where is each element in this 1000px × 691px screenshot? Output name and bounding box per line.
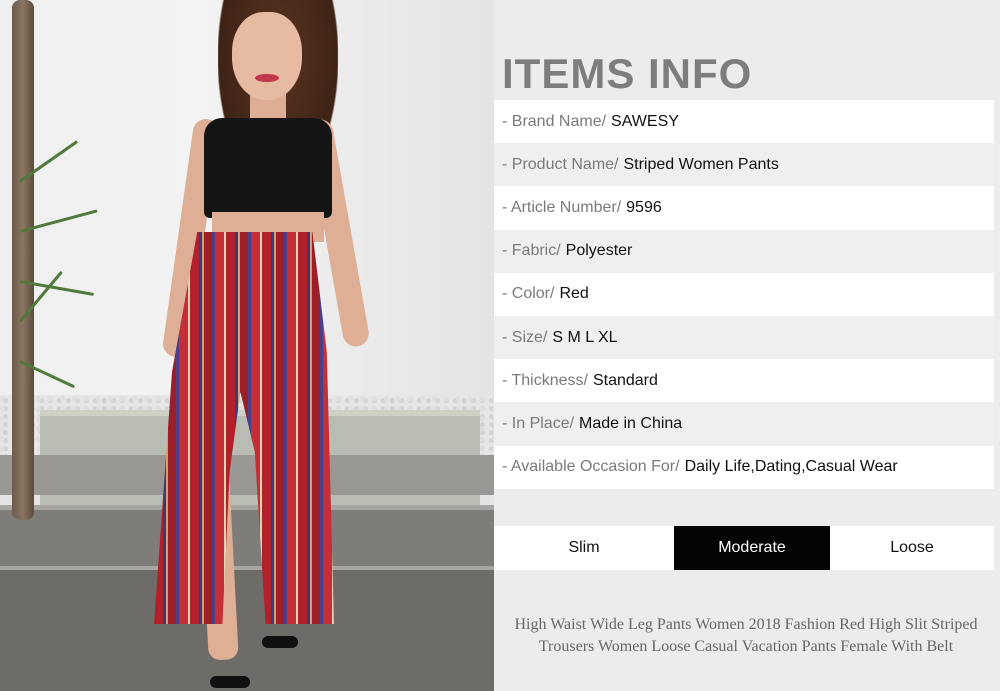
spec-row-color: - Color/ Red: [494, 272, 994, 316]
plant-trunk: [12, 0, 34, 520]
spec-value: Striped Women Pants: [623, 155, 779, 173]
spec-label: - Product Name/: [502, 155, 619, 173]
palm-plant: [0, 0, 98, 540]
items-info-title: ITEMS INFO: [502, 50, 753, 97]
spec-value: Daily Life,Dating,Casual Wear: [684, 458, 898, 476]
spec-row-size: - Size/ S M L XL: [494, 315, 994, 360]
sandal: [262, 636, 298, 648]
spec-row-product-name: - Product Name/ Striped Women Pants: [494, 143, 994, 187]
spec-row-in-place: - In Place/ Made in China: [494, 402, 994, 446]
spec-value: SAWESY: [611, 112, 679, 130]
spec-value: Made in China: [579, 414, 683, 432]
fit-option-slim[interactable]: Slim: [494, 526, 674, 570]
spec-row-article-number: - Article Number/ 9596: [494, 186, 994, 230]
spec-row-brand: - Brand Name/ SAWESY: [494, 100, 994, 144]
spec-value: Polyester: [565, 242, 633, 260]
product-photo: [0, 0, 494, 691]
spec-row-thickness: - Thickness/ Standard: [494, 359, 994, 403]
spec-value: Red: [559, 285, 589, 303]
black-lace-top: [204, 118, 332, 218]
spec-table: - Brand Name/ SAWESY - Product Name/ Str…: [494, 100, 994, 489]
product-description: High Waist Wide Leg Pants Women 2018 Fas…: [514, 616, 978, 655]
model-face: [232, 12, 302, 100]
model-lips: [255, 74, 279, 82]
spec-label: - Color/: [502, 285, 555, 303]
fit-option-loose[interactable]: Loose: [830, 526, 994, 570]
spec-label: - Thickness/: [502, 371, 588, 389]
fit-selector: Slim Moderate Loose: [494, 526, 994, 570]
fashion-model: [140, 0, 380, 691]
spec-label: - Brand Name/: [502, 112, 607, 130]
spec-value: 9596: [626, 198, 662, 216]
spec-value: S M L XL: [552, 328, 618, 346]
spec-label: - Article Number/: [502, 198, 622, 216]
spec-label: - In Place/: [502, 414, 575, 432]
spec-row-fabric: - Fabric/ Polyester: [494, 229, 994, 273]
spec-label: - Available Occasion For/: [502, 458, 680, 476]
fit-option-moderate[interactable]: Moderate: [674, 526, 830, 570]
spec-value: Standard: [592, 371, 658, 389]
spec-label: - Fabric/: [502, 242, 561, 260]
spec-label: - Size/: [502, 328, 548, 346]
spec-row-occasion: - Available Occasion For/ Daily Life,Dat…: [494, 445, 994, 489]
sandal: [210, 676, 250, 688]
items-info-panel: ITEMS INFO - Brand Name/ SAWESY - Produc…: [494, 0, 1000, 691]
